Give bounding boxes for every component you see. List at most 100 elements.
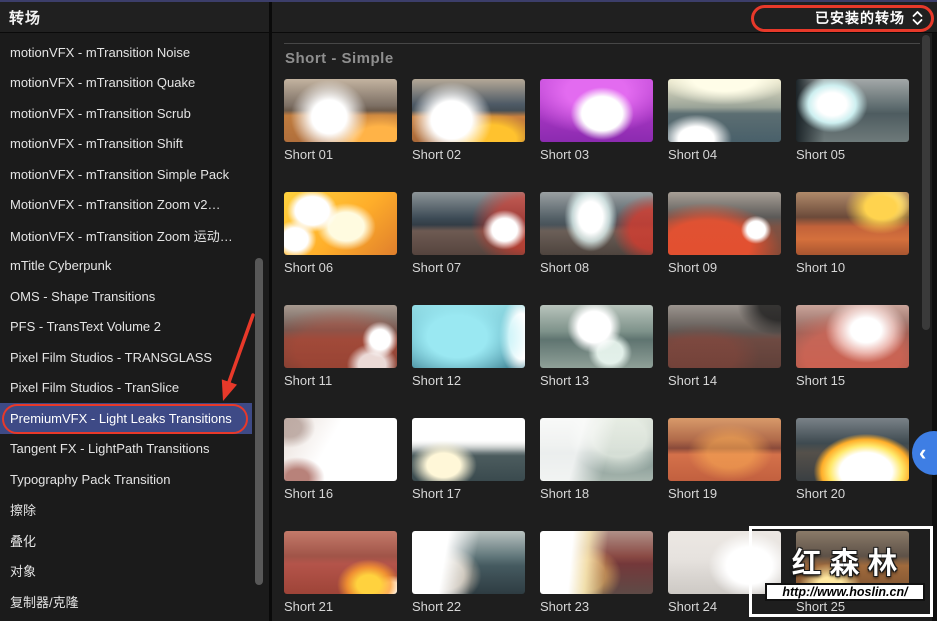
installed-transitions-dropdown[interactable]: 已安装的转场 — [815, 2, 923, 33]
transition-item[interactable]: Short 18 — [540, 418, 653, 501]
transition-label: Short 12 — [412, 373, 462, 388]
transition-label: Short 01 — [284, 147, 334, 162]
transition-item[interactable]: Short 12 — [412, 305, 525, 388]
transition-thumbnail[interactable] — [540, 305, 653, 368]
transition-thumbnail[interactable] — [668, 305, 781, 368]
sidebar-item[interactable]: mTitle Cyberpunk — [0, 251, 252, 282]
transition-item[interactable]: Short 13 — [540, 305, 653, 388]
dropdown-label: 已安装的转场 — [815, 9, 905, 26]
transition-item[interactable]: Short 11 — [284, 305, 397, 388]
sidebar-scrollbar-thumb[interactable] — [255, 258, 263, 585]
transition-item[interactable]: Short 03 — [540, 79, 653, 162]
transition-label: Short 16 — [284, 486, 334, 501]
transition-label: Short 07 — [412, 260, 462, 275]
transition-thumbnail[interactable] — [540, 418, 653, 481]
sidebar-item[interactable]: motionVFX - mTransition Simple Pack — [0, 159, 252, 190]
transition-item[interactable]: Short 01 — [284, 79, 397, 162]
chevron-left-icon: ‹ — [919, 440, 927, 465]
transition-label: Short 03 — [540, 147, 590, 162]
transition-item[interactable]: Short 07 — [412, 192, 525, 275]
transition-thumbnail[interactable] — [284, 305, 397, 368]
sidebar-item[interactable]: MotionVFX - mTransition Zoom 运动… — [0, 220, 252, 251]
transition-label: Short 13 — [540, 373, 590, 388]
transition-item[interactable]: Short 09 — [668, 192, 781, 275]
title-bar: 转场 已安装的转场 — [0, 2, 937, 33]
transition-item[interactable]: Short 06 — [284, 192, 397, 275]
transition-thumbnail[interactable] — [540, 192, 653, 255]
transition-item[interactable]: Short 05 — [796, 79, 909, 162]
transition-item[interactable]: Short 02 — [412, 79, 525, 162]
transition-thumbnail[interactable] — [412, 418, 525, 481]
sidebar-item[interactable]: PFS - TransText Volume 2 — [0, 312, 252, 343]
sidebar-item[interactable]: motionVFX - mTransition Scrub — [0, 98, 252, 129]
transition-item[interactable]: Short 17 — [412, 418, 525, 501]
sidebar-item[interactable]: 复制器/克隆 — [0, 586, 252, 617]
sidebar-item[interactable]: 叠化 — [0, 525, 252, 556]
transition-item[interactable]: Short 04 — [668, 79, 781, 162]
transition-label: Short 04 — [668, 147, 718, 162]
sidebar-item[interactable]: motionVFX - mTransition Quake — [0, 68, 252, 99]
sidebar-item[interactable]: 擦除 — [0, 495, 252, 526]
sidebar-item[interactable]: OMS - Shape Transitions — [0, 281, 252, 312]
transition-thumbnail[interactable] — [796, 192, 909, 255]
grid-scrollbar-thumb[interactable] — [922, 35, 930, 330]
transition-thumbnail[interactable] — [284, 79, 397, 142]
sidebar-item[interactable]: MotionVFX - mTransition Zoom v2… — [0, 190, 252, 221]
sidebar-list: motionVFX - mTransition Noise motionVFX -… — [0, 37, 252, 617]
transition-item[interactable]: Short 23 — [540, 531, 653, 614]
transition-label: Short 20 — [796, 486, 846, 501]
transition-item[interactable]: Short 15 — [796, 305, 909, 388]
sidebar-item[interactable]: Pixel Film Studios - TRANSGLASS — [0, 342, 252, 373]
sidebar-item[interactable]: motionVFX - mTransition Shift — [0, 129, 252, 160]
transition-item[interactable]: Short 24 — [668, 531, 781, 614]
sidebar-item[interactable]: motionVFX - mTransition Noise — [0, 37, 252, 68]
transition-label: Short 11 — [284, 373, 333, 388]
transition-label: Short 18 — [540, 486, 590, 501]
transition-item[interactable]: Short 10 — [796, 192, 909, 275]
transition-label: Short 14 — [668, 373, 718, 388]
updown-chevron-icon — [912, 10, 923, 25]
transition-label: Short 24 — [668, 599, 718, 614]
transition-thumbnail[interactable] — [796, 418, 909, 481]
sidebar-item[interactable]: Pixel Film Studios - TranSlice — [0, 373, 252, 404]
transition-thumbnail[interactable] — [668, 79, 781, 142]
transition-thumbnail[interactable] — [412, 192, 525, 255]
sidebar-header: 转场 — [0, 2, 269, 33]
transition-thumbnail[interactable] — [540, 531, 653, 594]
transitions-sidebar: motionVFX - mTransition Noise motionVFX -… — [0, 33, 272, 621]
transition-item[interactable]: Short 21 — [284, 531, 397, 614]
right-edge-strip — [932, 33, 937, 621]
transitions-grid-panel: Short - Simple Short 01 Short 02 Short 03 S… — [272, 33, 937, 621]
sidebar-item[interactable]: PremiumVFX - Light Leaks Transitions — [0, 403, 252, 434]
transition-thumbnail[interactable] — [668, 531, 781, 594]
transition-item[interactable]: Short 19 — [668, 418, 781, 501]
transition-thumbnail[interactable] — [668, 418, 781, 481]
transition-item[interactable]: Short 16 — [284, 418, 397, 501]
transition-thumbnail[interactable] — [796, 531, 909, 594]
transition-thumbnail[interactable] — [284, 192, 397, 255]
transition-label: Short 15 — [796, 373, 846, 388]
transition-thumbnail[interactable] — [284, 531, 397, 594]
sidebar-item[interactable]: Tangent FX - LightPath Transitions — [0, 434, 252, 465]
transition-item[interactable]: Short 25 — [796, 531, 909, 614]
transition-label: Short 22 — [412, 599, 462, 614]
transition-thumbnail[interactable] — [412, 79, 525, 142]
transition-thumbnail[interactable] — [284, 418, 397, 481]
transition-thumbnail[interactable] — [412, 531, 525, 594]
transition-item[interactable]: Short 22 — [412, 531, 525, 614]
transition-label: Short 17 — [412, 486, 462, 501]
sidebar-item[interactable]: Typography Pack Transition — [0, 464, 252, 495]
section-title: Short - Simple — [285, 50, 394, 67]
titlebar-divider — [269, 2, 272, 33]
transition-item[interactable]: Short 20 — [796, 418, 909, 501]
transition-thumbnail[interactable] — [796, 305, 909, 368]
sidebar-item[interactable]: 对象 — [0, 556, 252, 587]
transition-thumbnail[interactable] — [540, 79, 653, 142]
transition-label: Short 19 — [668, 486, 718, 501]
transition-thumbnail[interactable] — [668, 192, 781, 255]
transition-label: Short 25 — [796, 599, 846, 614]
transition-thumbnail[interactable] — [412, 305, 525, 368]
transition-item[interactable]: Short 08 — [540, 192, 653, 275]
transition-thumbnail[interactable] — [796, 79, 909, 142]
transition-item[interactable]: Short 14 — [668, 305, 781, 388]
